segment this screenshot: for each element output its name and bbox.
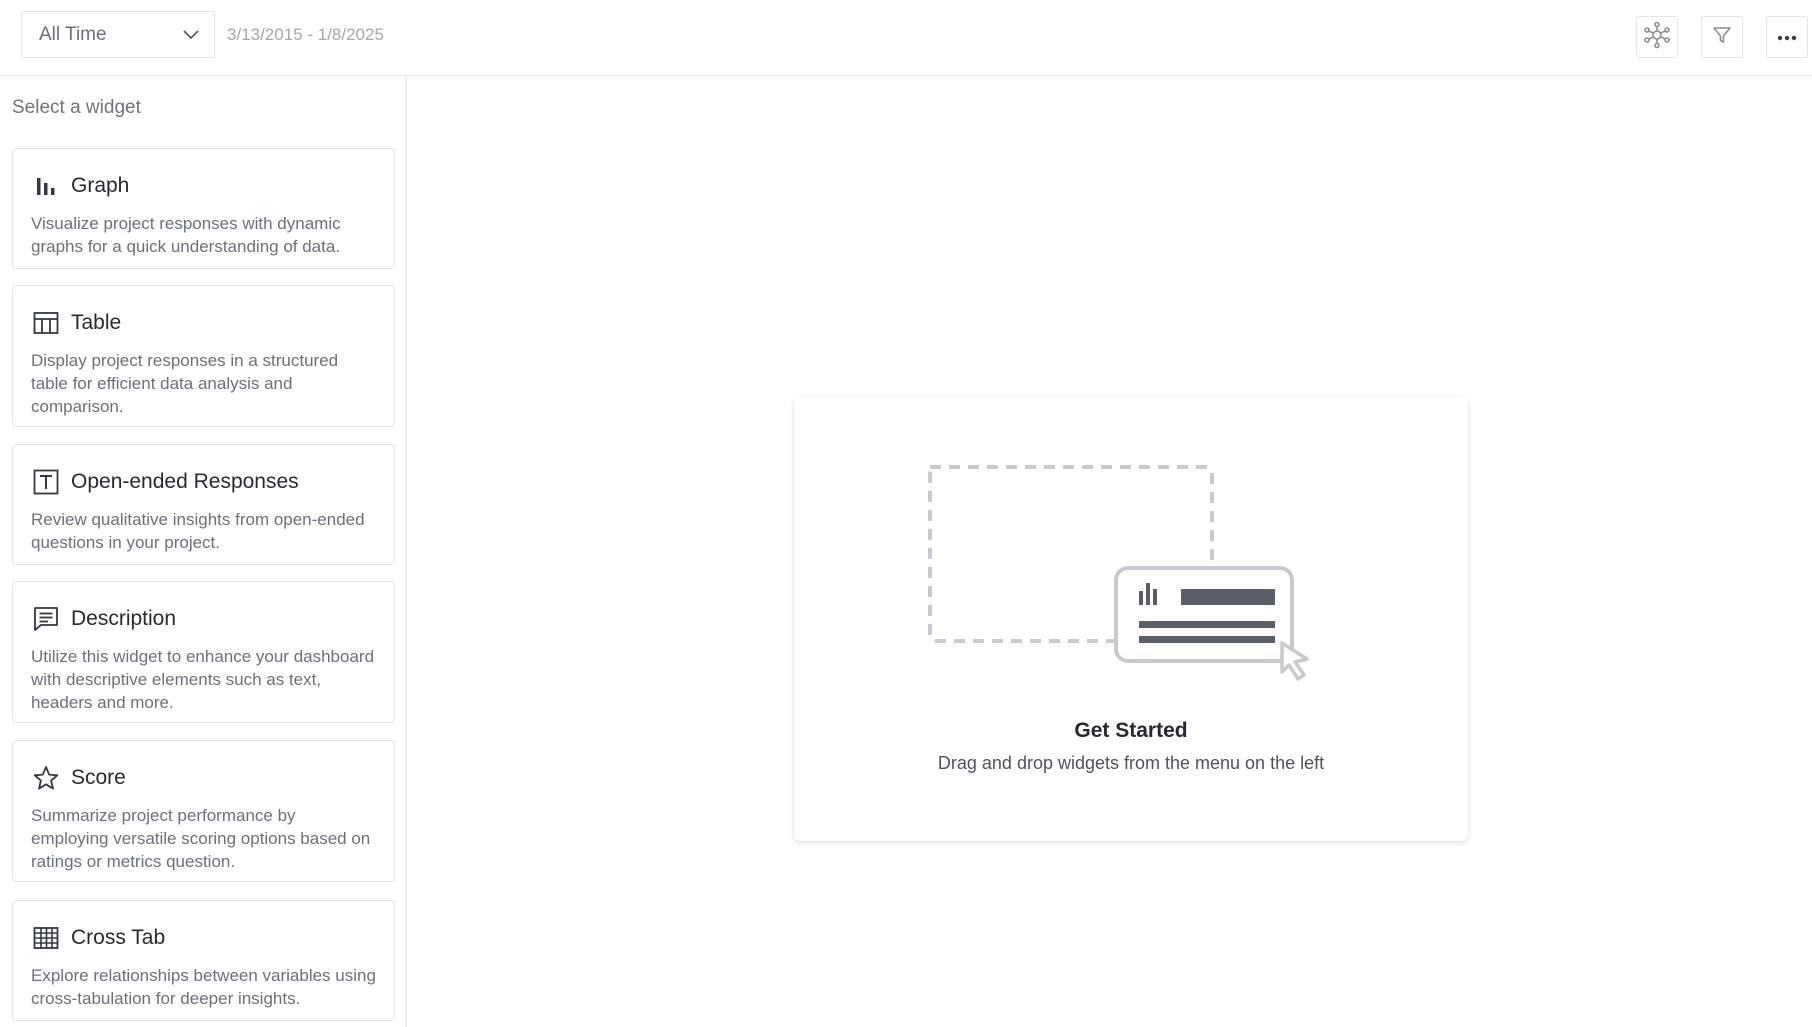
network-button[interactable] [1636,16,1678,58]
get-started-panel: Get Started Drag and drop widgets from t… [794,397,1468,841]
table-icon [31,308,61,338]
more-options-button[interactable] [1766,16,1808,58]
drag-widget-illustration [922,461,1322,681]
chevron-down-icon [182,26,200,44]
widget-name: Score [71,766,126,789]
widget-name: Open-ended Responses [71,470,299,493]
widget-description: Utilize this widget to enhance your dash… [31,647,375,712]
widget-card-cross-tab[interactable]: Cross Tab Explore relationships between … [12,900,395,1021]
widget-name: Description [71,607,177,630]
top-toolbar: All Time 3/13/2015 - 1/8/2025 [0,0,1812,76]
text-box-icon [31,467,61,497]
widget-description: Explore relationships between variables … [31,966,376,1008]
star-outline-icon [31,763,61,793]
network-icon [1643,21,1671,54]
get-started-subtitle: Drag and drop widgets from the menu on t… [937,753,1325,773]
widget-card-table[interactable]: Table Display project responses in a str… [12,285,395,427]
time-range-select[interactable]: All Time [21,11,215,58]
widget-name: Table [71,311,122,334]
widget-card-open-ended-responses[interactable]: Open-ended Responses Review qualitative … [12,444,395,565]
bar-chart-icon [31,171,61,201]
widget-card-description[interactable]: Description Utilize this widget to enhan… [12,581,395,723]
widget-card-graph[interactable]: Graph Visualize project responses with d… [12,148,395,269]
widget-description: Display project responses in a structure… [31,351,339,416]
widget-name: Cross Tab [71,926,166,949]
widget-description: Visualize project responses with dynamic… [31,214,341,256]
date-range-text: 3/13/2015 - 1/8/2025 [227,25,384,44]
time-range-value: All Time [39,23,107,45]
grid-table-icon [31,923,61,953]
widget-card-score[interactable]: Score Summarize project performance by e… [12,740,395,882]
filter-button[interactable] [1701,16,1743,58]
comment-lines-icon [31,604,61,634]
widget-name: Graph [71,174,130,197]
widget-description: Review qualitative insights from open-en… [31,510,365,552]
filter-icon [1712,25,1732,50]
widget-sidebar: Select a widget Graph Visualize project … [0,76,407,1027]
get-started-title: Get Started [1074,719,1188,742]
widget-description: Summarize project performance by employi… [31,806,371,871]
more-icon [1777,28,1797,46]
sidebar-title: Select a widget [12,97,141,118]
